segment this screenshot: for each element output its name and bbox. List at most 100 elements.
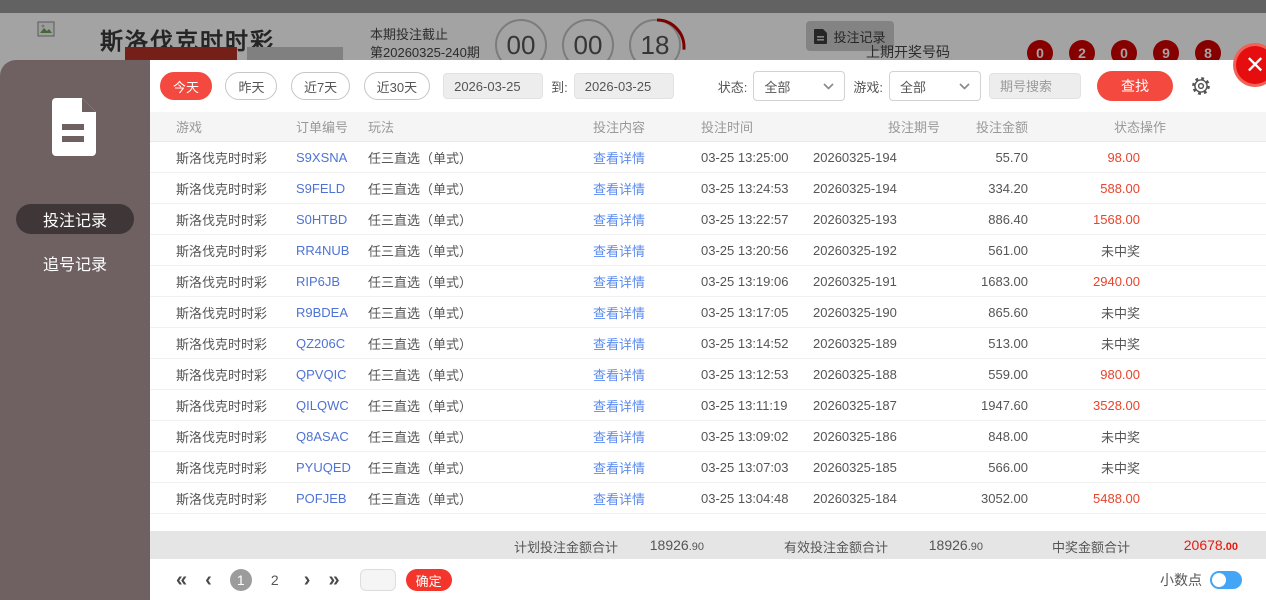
view-details-link[interactable]: 查看详情 (593, 427, 701, 446)
page-jump-input[interactable] (359, 569, 396, 591)
close-icon[interactable]: ✕ (1236, 46, 1266, 84)
table-row: 斯洛伐克时时彩 QILQWC 任三直选（单式） 查看详情 03-25 13:11… (150, 390, 1266, 421)
amount-cell: 561.00 (988, 242, 1028, 258)
search-button[interactable]: 查找 (1096, 71, 1173, 101)
period-cell: 20260325-194 (813, 180, 897, 196)
sidebar-item[interactable]: 追号记录 (16, 248, 134, 278)
game-cell: 斯洛伐克时时彩 (176, 491, 268, 507)
view-details-link[interactable]: 查看详情 (593, 396, 701, 415)
bet-time-cell: 03-25 13:25:00 (701, 149, 789, 165)
amount-cell: 513.00 (988, 335, 1028, 351)
period-cell: 20260325-193 (813, 211, 897, 227)
play-type-cell: 任三直选（单式） (368, 398, 473, 414)
bet-time-cell: 03-25 13:14:52 (701, 335, 789, 351)
table-row: 斯洛伐克时时彩 QPVQIC 任三直选（单式） 查看详情 03-25 13:12… (150, 359, 1266, 390)
quick-date-chip[interactable]: 近7天 (290, 72, 351, 100)
last-page-button[interactable]: » (328, 570, 339, 590)
view-details-link[interactable]: 查看详情 (593, 489, 701, 508)
order-number-link[interactable]: PYUQED (296, 460, 368, 475)
column-header: 操作 (1140, 120, 1167, 135)
status-cell: 980.00 (1100, 366, 1140, 382)
bet-time-cell: 03-25 13:19:06 (701, 273, 789, 289)
view-details-link[interactable]: 查看详情 (593, 458, 701, 477)
order-number-link[interactable]: RIP6JB (296, 274, 368, 289)
table-row: 斯洛伐克时时彩 PYUQED 任三直选（单式） 查看详情 03-25 13:07… (150, 452, 1266, 483)
status-select[interactable]: 全部 (753, 71, 846, 101)
amount-cell: 865.60 (988, 304, 1028, 320)
confirm-page-button[interactable]: 确定 (405, 569, 452, 591)
amount-cell: 886.40 (988, 211, 1028, 227)
play-type-cell: 任三直选（单式） (368, 150, 473, 166)
date-to-input[interactable] (573, 73, 674, 99)
sidebar-nav: 投注记录 追号记录 (0, 204, 150, 278)
order-number-link[interactable]: R9BDEA (296, 305, 368, 320)
document-icon (52, 98, 96, 156)
table-row: 斯洛伐克时时彩 RIP6JB 任三直选（单式） 查看详情 03-25 13:19… (150, 266, 1266, 297)
next-page-button[interactable]: › (304, 570, 311, 590)
pagination-bar: « ‹ 1 2 › » 确定 小数点 (150, 565, 1266, 595)
period-cell: 20260325-192 (813, 242, 897, 258)
sidebar-item[interactable]: 投注记录 (16, 204, 134, 234)
game-cell: 斯洛伐克时时彩 (176, 367, 268, 383)
view-details-link[interactable]: 查看详情 (593, 241, 701, 260)
bet-time-cell: 03-25 13:07:03 (701, 459, 789, 475)
order-number-link[interactable]: QILQWC (296, 398, 368, 413)
game-cell: 斯洛伐克时时彩 (176, 429, 268, 445)
order-number-link[interactable]: POFJEB (296, 491, 368, 506)
view-details-link[interactable]: 查看详情 (593, 210, 701, 229)
order-number-link[interactable]: Q8ASAC (296, 429, 368, 444)
table-row: 斯洛伐克时时彩 R9BDEA 任三直选（单式） 查看详情 03-25 13:17… (150, 297, 1266, 328)
order-number-link[interactable]: RR4NUB (296, 243, 368, 258)
filter-bar: 今天 昨天 近7天 近30天 到: 状态: 全部 游戏: 全部 (150, 71, 1266, 101)
status-cell: 1568.00 (1093, 211, 1140, 227)
quick-date-chip[interactable]: 今天 (160, 72, 213, 100)
summary-bar: 计划投注金额合计 18926.90 有效投注金额合计 18926.90 中奖金额… (150, 531, 1266, 559)
order-number-link[interactable]: QZ206C (296, 336, 368, 351)
play-type-cell: 任三直选（单式） (368, 212, 473, 228)
status-cell: 2940.00 (1093, 273, 1140, 289)
play-type-cell: 任三直选（单式） (368, 460, 473, 476)
order-number-link[interactable]: S0HTBD (296, 212, 368, 227)
status-cell: 98.00 (1107, 149, 1140, 165)
page-number-button[interactable]: 2 (264, 569, 286, 591)
quick-date-chip[interactable]: 近30天 (363, 72, 431, 100)
table-row: 斯洛伐克时时彩 S9FELD 任三直选（单式） 查看详情 03-25 13:24… (150, 173, 1266, 204)
play-type-cell: 任三直选（单式） (368, 305, 473, 321)
table-row: 斯洛伐克时时彩 S0HTBD 任三直选（单式） 查看详情 03-25 13:22… (150, 204, 1266, 235)
amount-cell: 566.00 (988, 459, 1028, 475)
game-cell: 斯洛伐克时时彩 (176, 305, 268, 321)
page-number-button[interactable]: 1 (229, 569, 252, 591)
table-header-row: 游戏 订单编号 玩法 投注内容 投注时间 投注期号 投注金额 状态 操作 (150, 112, 1266, 142)
amount-cell: 55.70 (995, 149, 1028, 165)
order-number-link[interactable]: QPVQIC (296, 367, 368, 382)
game-cell: 斯洛伐克时时彩 (176, 274, 268, 290)
period-cell: 20260325-194 (813, 149, 897, 165)
quick-date-chip[interactable]: 昨天 (225, 72, 278, 100)
view-details-link[interactable]: 查看详情 (593, 334, 701, 353)
date-from-input[interactable] (443, 73, 544, 99)
amount-cell: 848.00 (988, 428, 1028, 444)
game-cell: 斯洛伐克时时彩 (176, 150, 268, 166)
view-details-link[interactable]: 查看详情 (593, 179, 701, 198)
game-cell: 斯洛伐克时时彩 (176, 243, 268, 259)
period-search-input[interactable] (988, 73, 1081, 99)
view-details-link[interactable]: 查看详情 (593, 148, 701, 167)
prev-page-button[interactable]: ‹ (205, 570, 212, 590)
table-row: 斯洛伐克时时彩 S9XSNA 任三直选（单式） 查看详情 03-25 13:25… (150, 142, 1266, 173)
order-number-link[interactable]: S9FELD (296, 181, 368, 196)
status-cell: 3528.00 (1093, 397, 1140, 413)
game-cell: 斯洛伐克时时彩 (176, 181, 268, 197)
amount-cell: 334.20 (988, 180, 1028, 196)
amount-cell: 559.00 (988, 366, 1028, 382)
status-cell: 未中奖 (1100, 336, 1140, 352)
view-details-link[interactable]: 查看详情 (593, 303, 701, 322)
first-page-button[interactable]: « (176, 570, 187, 590)
bet-time-cell: 03-25 13:12:53 (701, 366, 789, 382)
view-details-link[interactable]: 查看详情 (593, 365, 701, 384)
toggle-knob (1212, 573, 1226, 587)
view-details-link[interactable]: 查看详情 (593, 272, 701, 291)
gear-icon[interactable] (1190, 75, 1212, 97)
decimal-toggle[interactable] (1210, 571, 1242, 589)
order-number-link[interactable]: S9XSNA (296, 150, 368, 165)
game-select[interactable]: 全部 (888, 71, 981, 101)
